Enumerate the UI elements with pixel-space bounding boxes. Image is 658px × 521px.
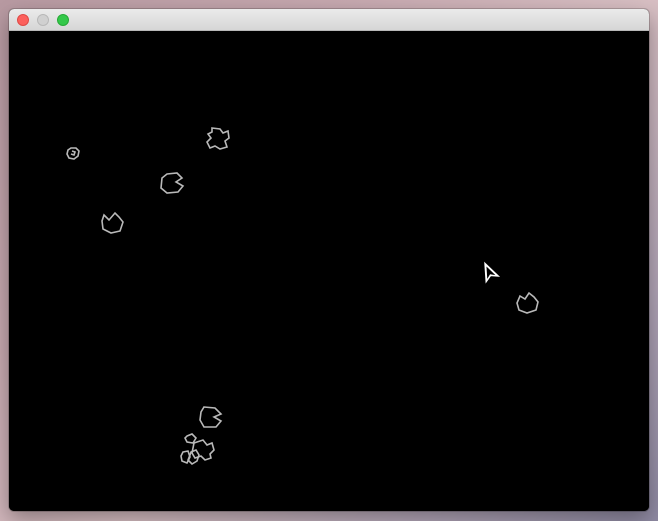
playfield xyxy=(66,127,539,466)
player-ship xyxy=(484,261,501,284)
asteroid-small xyxy=(66,147,80,160)
asteroid-medium xyxy=(516,291,539,314)
minimize-button[interactable] xyxy=(37,14,49,26)
game-window xyxy=(9,9,649,511)
asteroid-medium xyxy=(206,127,230,150)
asteroid-cluster xyxy=(180,433,215,466)
game-canvas[interactable] xyxy=(9,31,649,511)
close-button[interactable] xyxy=(17,14,29,26)
title-bar[interactable] xyxy=(9,9,649,31)
asteroid-medium xyxy=(160,172,185,194)
asteroid-medium xyxy=(199,406,223,428)
zoom-button[interactable] xyxy=(57,14,69,26)
asteroid-medium xyxy=(101,211,124,234)
